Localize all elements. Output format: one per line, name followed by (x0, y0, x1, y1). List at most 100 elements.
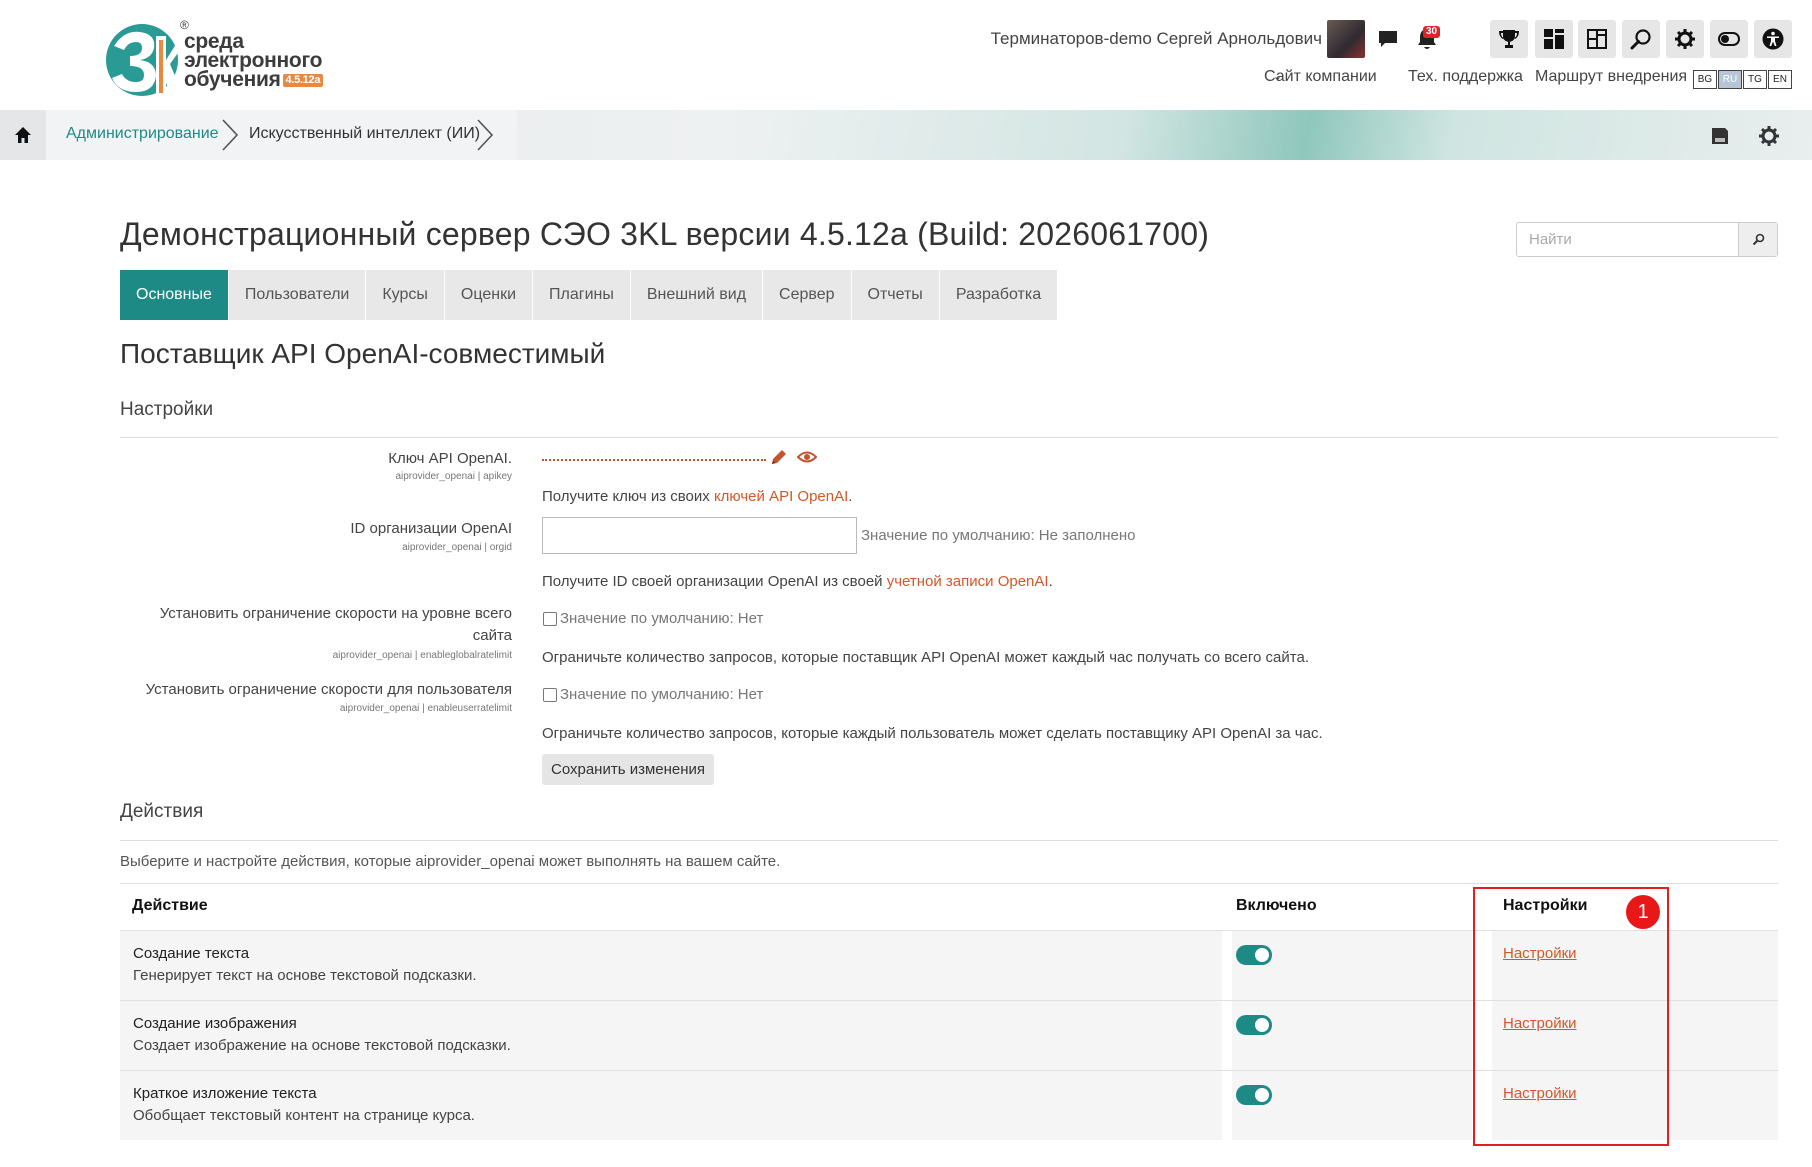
apikey-masked-value[interactable] (542, 455, 766, 461)
openai-keys-link[interactable]: ключей API OpenAI (714, 488, 848, 505)
userratelimit-setting-name: aiprovider_openai | enableuserratelimit (339, 703, 512, 714)
orgid-description: Получите ID своей организации OpenAI из … (542, 573, 1053, 590)
lang-en[interactable]: EN (1768, 70, 1792, 89)
notification-count-badge: 30 (1423, 26, 1441, 38)
globalratelimit-setting-name: aiprovider_openai | enableglobalratelimi… (332, 650, 512, 661)
logo[interactable]: ® среда электронного обучения 4.5.12a (104, 18, 334, 102)
settings-heading: Настройки (120, 399, 214, 420)
action-description: Создает изображение на основе текстовой … (133, 1037, 511, 1054)
search-submit-button[interactable] (1738, 223, 1777, 256)
logo-text: среда электронного обучения 4.5.12a (184, 31, 324, 90)
apikey-desc-prefix: Получите ключ из своих (542, 488, 714, 505)
lang-bg[interactable]: BG (1693, 70, 1717, 89)
tab-grades[interactable]: Оценки (444, 270, 534, 320)
trophy-button[interactable] (1490, 20, 1528, 58)
tab-courses[interactable]: Курсы (366, 270, 445, 320)
pencil-icon[interactable] (770, 448, 788, 466)
support-link[interactable]: Тех. поддержка (1408, 68, 1523, 86)
action-name: Создание изображения (133, 1015, 297, 1032)
breadcrumb-separator-icon (477, 119, 494, 151)
apikey-desc-suffix: . (848, 488, 853, 505)
tab-users[interactable]: Пользователи (228, 270, 367, 320)
lang-ru[interactable]: RU (1718, 70, 1742, 89)
page-title: Демонстрационный сервер СЭО 3KL версии 4… (120, 216, 1210, 252)
orgid-setting-name: aiprovider_openai | orgid (402, 542, 512, 553)
tab-general[interactable]: Основные (120, 270, 229, 320)
tab-appearance[interactable]: Внешний вид (630, 270, 764, 320)
logo-mark-icon (106, 24, 180, 96)
dashboard-button[interactable] (1535, 20, 1573, 58)
theme-toggle-button[interactable] (1710, 20, 1748, 58)
search-input[interactable] (1517, 223, 1739, 256)
company-site-link[interactable]: Сайт компании ⌄ (1264, 68, 1377, 86)
globalratelimit-label-line2: сайта (472, 627, 512, 644)
userratelimit-checkbox[interactable] (543, 688, 557, 702)
action-description: Обобщает текстовый контент на странице к… (133, 1107, 475, 1124)
action-name: Краткое изложение текста (133, 1085, 317, 1102)
logo-line-3: обучения 4.5.12a (184, 69, 324, 90)
userratelimit-description: Ограничьте количество запросов, которые … (542, 725, 1323, 742)
version-badge: 4.5.12a (282, 73, 324, 87)
actions-intro: Выберите и настройте действия, которые a… (120, 853, 781, 870)
orgid-desc-prefix: Получите ID своей организации OpenAI из … (542, 573, 887, 590)
message-icon[interactable] (1375, 26, 1401, 52)
user-name[interactable]: Терминаторов-demo Сергей Арнольдович (991, 29, 1322, 49)
layout-button[interactable] (1578, 20, 1616, 58)
roadmap-link[interactable]: Маршрут внедрения (1535, 68, 1687, 86)
orgid-label: ID организации OpenAI (350, 520, 512, 537)
orgid-desc-suffix: . (1048, 573, 1053, 590)
lang-tg[interactable]: TG (1743, 70, 1767, 89)
page-subtitle: Поставщик API OpenAI-совместимый (120, 338, 606, 369)
apikey-description: Получите ключ из своих ключей API OpenAI… (542, 488, 852, 505)
enabled-toggle[interactable] (1236, 1015, 1272, 1035)
breadcrumb-separator-icon (222, 119, 239, 151)
avatar[interactable] (1327, 20, 1365, 58)
home-button[interactable] (0, 110, 46, 160)
userratelimit-label: Установить ограничение скорости для поль… (145, 681, 512, 698)
settings-button[interactable] (1666, 20, 1704, 58)
search-icon (1752, 233, 1764, 246)
cell-divider (1222, 1071, 1232, 1141)
save-changes-button[interactable]: Сохранить изменения (542, 754, 714, 785)
breadcrumb-band: Администрирование Искусственный интеллек… (0, 110, 1812, 160)
dashboard-icon (1544, 29, 1564, 49)
page-settings-gear-icon[interactable] (1757, 124, 1781, 148)
apikey-setting-name: aiprovider_openai | apikey (395, 471, 512, 482)
chevron-down-icon: ⌄ (1272, 71, 1283, 83)
tab-development[interactable]: Разработка (939, 270, 1059, 320)
userratelimit-default-note: Значение по умолчанию: Нет (560, 686, 764, 703)
action-name: Создание текста (133, 945, 250, 962)
tab-server[interactable]: Сервер (763, 270, 852, 320)
breadcrumb: Администрирование Искусственный интеллек… (0, 110, 517, 160)
divider (120, 883, 1778, 884)
annotation-marker: 1 (1626, 895, 1660, 929)
accessibility-icon (1762, 28, 1784, 50)
divider (120, 840, 1778, 841)
divider (120, 437, 1778, 438)
breadcrumb-item-admin[interactable]: Администрирование (66, 125, 219, 143)
openai-account-link[interactable]: учетной записи OpenAI (887, 573, 1049, 590)
cell-divider (1222, 931, 1232, 1001)
orgid-field[interactable] (542, 517, 857, 554)
enabled-toggle[interactable] (1236, 945, 1272, 965)
eye-icon[interactable] (797, 448, 817, 466)
cell-divider (1222, 1001, 1232, 1071)
tab-reports[interactable]: Отчеты (851, 270, 940, 320)
globalratelimit-default-note: Значение по умолчанию: Нет (560, 610, 764, 627)
admin-tabs: Основные Пользователи Курсы Оценки Плаги… (120, 270, 1059, 320)
globalratelimit-checkbox[interactable] (543, 612, 557, 626)
orgid-default-note: Значение по умолчанию: Не заполнено (861, 527, 1136, 544)
action-description: Генерирует текст на основе текстовой под… (133, 967, 477, 984)
column-header-action: Действие (132, 897, 208, 914)
column-header-enabled: Включено (1236, 897, 1317, 914)
apikey-label: Ключ API OpenAI. (388, 450, 512, 467)
search-button[interactable] (1622, 20, 1660, 58)
breadcrumb-item-ai: Искусственный интеллект (ИИ) (249, 125, 481, 142)
admin-search (1516, 222, 1778, 257)
save-icon[interactable] (1708, 124, 1732, 148)
search-icon (1630, 29, 1651, 50)
enabled-toggle[interactable] (1236, 1085, 1272, 1105)
layout-icon (1587, 29, 1607, 49)
accessibility-button[interactable] (1754, 20, 1792, 58)
tab-plugins[interactable]: Плагины (533, 270, 631, 320)
